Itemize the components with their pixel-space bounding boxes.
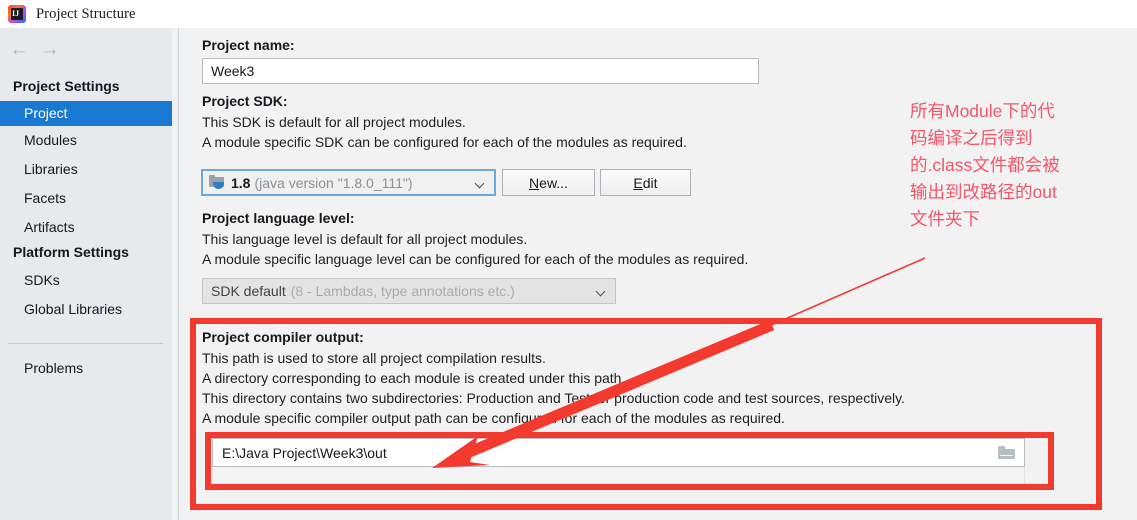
- sidebar-item-artifacts[interactable]: Artifacts: [0, 215, 172, 240]
- jdk-folder-icon: [209, 175, 226, 190]
- compiler-output-label: Project compiler output:: [202, 329, 364, 345]
- new-sdk-button[interactable]: New...: [502, 169, 595, 196]
- project-sdk-desc-line-2: A module specific SDK can be configured …: [202, 134, 687, 150]
- language-level-desc-line-2: A module specific language level can be …: [202, 251, 749, 267]
- project-sdk-dropdown[interactable]: 1.8 (java version "1.8.0_111"): [201, 169, 496, 196]
- language-level-label: Project language level:: [202, 210, 355, 226]
- sidebar-item-global-libraries[interactable]: Global Libraries: [0, 297, 172, 322]
- project-sdk-version: 1.8: [231, 174, 251, 191]
- project-sdk-label: Project SDK:: [202, 93, 288, 109]
- new-button-mnemonic: N: [529, 174, 540, 191]
- sidebar-item-modules[interactable]: Modules: [0, 128, 172, 153]
- forward-arrow-icon[interactable]: →: [37, 38, 63, 62]
- edit-button-mnemonic: E: [633, 174, 643, 191]
- sidebar-item-facets[interactable]: Facets: [0, 186, 172, 211]
- chevron-down-icon: [597, 288, 606, 294]
- project-structure-dialog: IJ Project Structure ← → Project Setting…: [0, 0, 1137, 520]
- sidebar-item-libraries[interactable]: Libraries: [0, 157, 172, 182]
- project-name-label: Project name:: [202, 37, 295, 53]
- project-sdk-desc-line-1: This SDK is default for all project modu…: [202, 114, 466, 130]
- edit-sdk-button[interactable]: Edit: [600, 169, 691, 196]
- window-title: Project Structure: [36, 5, 136, 22]
- language-level-dropdown[interactable]: SDK default (8 - Lambdas, type annotatio…: [202, 278, 616, 304]
- language-level-value: SDK default: [211, 283, 286, 299]
- compiler-output-field-band: [212, 467, 1025, 489]
- settings-sidebar: ← → Project Settings Project Modules Lib…: [0, 28, 172, 520]
- compiler-output-desc-line-2: A directory corresponding to each module…: [202, 370, 626, 386]
- sidebar-item-problems[interactable]: Problems: [0, 356, 172, 381]
- sidebar-group-project-settings: Project Settings: [13, 78, 120, 94]
- compiler-output-path-input[interactable]: E:\Java Project\Week3\out: [212, 438, 1025, 467]
- navigation-arrows: ← →: [0, 38, 172, 66]
- language-level-desc-line-1: This language level is default for all p…: [202, 231, 528, 247]
- browse-folder-icon[interactable]: [991, 442, 1021, 463]
- compiler-output-desc-line-1: This path is used to store all project c…: [202, 350, 546, 366]
- project-name-input[interactable]: Week3: [202, 58, 759, 84]
- compiler-output-desc-line-3: This directory contains two subdirectori…: [202, 390, 905, 406]
- language-level-detail: (8 - Lambdas, type annotations etc.): [290, 283, 515, 299]
- sidebar-item-project[interactable]: Project: [0, 101, 172, 126]
- back-arrow-icon[interactable]: ←: [6, 38, 32, 62]
- intellij-idea-icon: IJ: [8, 5, 26, 23]
- sidebar-item-sdks[interactable]: SDKs: [0, 268, 172, 293]
- edit-button-label: dit: [642, 174, 658, 191]
- title-bar: IJ Project Structure: [0, 0, 1137, 28]
- annotation-note: 所有Module下的代 码编译之后得到 的.class文件都会被 输出到改路径的…: [910, 101, 1060, 229]
- sidebar-divider: [8, 343, 163, 344]
- sidebar-group-platform-settings: Platform Settings: [13, 244, 129, 260]
- new-button-label: ew...: [539, 174, 568, 191]
- compiler-output-path-value: E:\Java Project\Week3\out: [222, 444, 387, 461]
- compiler-output-desc-line-4: A module specific compiler output path c…: [202, 410, 785, 426]
- project-name-value: Week3: [211, 63, 255, 79]
- sidebar-splitter[interactable]: [172, 28, 186, 520]
- chevron-down-icon: [476, 180, 485, 186]
- project-sdk-detail: (java version "1.8.0_111"): [254, 174, 413, 191]
